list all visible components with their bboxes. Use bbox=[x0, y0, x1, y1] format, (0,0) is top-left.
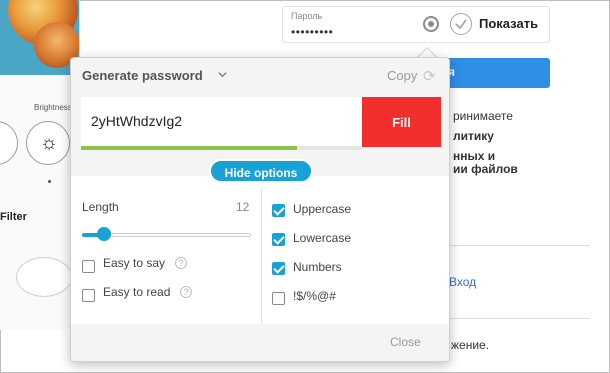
numbers-label[interactable]: Numbers bbox=[293, 260, 342, 274]
options-divider bbox=[261, 188, 262, 324]
show-password-toggle[interactable] bbox=[450, 13, 472, 35]
easy-to-say-checkbox[interactable] bbox=[82, 260, 95, 273]
fill-button[interactable]: Fill bbox=[362, 97, 441, 147]
divider bbox=[450, 245, 590, 246]
strength-meter bbox=[81, 146, 362, 150]
login-link[interactable]: Вход bbox=[449, 275, 476, 289]
fill-button-label: Fill bbox=[392, 114, 411, 130]
easy-to-read-checkbox[interactable] bbox=[82, 289, 95, 302]
popup-header: Generate password Copy ⟳ bbox=[71, 58, 449, 94]
password-generator-popup: Generate password Copy ⟳ 2yHtWhdzvIg2 Fi… bbox=[70, 57, 450, 362]
symbols-checkbox[interactable] bbox=[272, 292, 285, 305]
length-slider-handle[interactable] bbox=[97, 227, 111, 241]
sun-icon: ☼ bbox=[39, 132, 59, 154]
check-icon bbox=[455, 19, 467, 30]
popup-title[interactable]: Generate password bbox=[82, 68, 203, 83]
indicator-dot bbox=[48, 180, 51, 183]
copy-button[interactable]: Copy bbox=[387, 68, 417, 83]
refresh-icon[interactable]: ⟳ bbox=[423, 69, 439, 85]
brightness-control: ☼ bbox=[26, 121, 70, 165]
numbers-checkbox[interactable] bbox=[272, 262, 285, 275]
chevron-down-icon[interactable] bbox=[218, 70, 227, 79]
length-label: Length bbox=[82, 200, 119, 214]
phone-photo bbox=[0, 0, 79, 75]
easy-to-read-label[interactable]: Easy to read bbox=[103, 285, 170, 299]
generated-password: 2yHtWhdzvIg2 bbox=[91, 113, 183, 129]
lowercase-label[interactable]: Lowercase bbox=[293, 231, 351, 245]
password-field[interactable]: Пароль ••••••••• Показать bbox=[282, 6, 550, 43]
footer-text: жение. bbox=[451, 338, 490, 352]
strength-meter-fill bbox=[81, 146, 298, 150]
brightness-label: Brightness bbox=[34, 103, 72, 112]
phone-editor: Brightness ☼ Filter bbox=[0, 75, 79, 330]
filter-label: Filter bbox=[0, 211, 27, 223]
options-panel: Length 12 Easy to say ? Easy to read ? U… bbox=[71, 176, 449, 324]
help-icon[interactable]: ? bbox=[180, 286, 192, 298]
lowercase-checkbox[interactable] bbox=[272, 233, 285, 246]
password-manager-icon[interactable] bbox=[423, 16, 439, 32]
uppercase-checkbox[interactable] bbox=[272, 204, 285, 217]
close-button[interactable]: Close bbox=[390, 335, 421, 349]
generated-password-field[interactable]: 2yHtWhdzvIg2 bbox=[81, 97, 362, 147]
home-button bbox=[16, 257, 72, 297]
password-value: ••••••••• bbox=[291, 25, 334, 39]
terms-text: литику bbox=[453, 129, 494, 143]
terms-text: нных и bbox=[453, 149, 496, 163]
length-value: 12 bbox=[236, 200, 250, 214]
login-button[interactable]: я bbox=[440, 58, 550, 88]
show-password-label[interactable]: Показать bbox=[479, 16, 538, 31]
uppercase-label[interactable]: Uppercase bbox=[293, 202, 351, 216]
divider bbox=[450, 318, 590, 319]
phone-mockup: Brightness ☼ Filter bbox=[0, 0, 80, 330]
adjust-circle bbox=[0, 121, 18, 165]
help-icon[interactable]: ? bbox=[175, 257, 187, 269]
easy-to-say-label[interactable]: Easy to say bbox=[103, 256, 165, 270]
password-label: Пароль bbox=[291, 11, 323, 21]
popup-footer: Close bbox=[71, 324, 449, 361]
terms-text: ринимаете bbox=[453, 109, 513, 123]
symbols-label[interactable]: !$/%@# bbox=[293, 289, 336, 303]
terms-text: ии файлов bbox=[453, 162, 518, 176]
